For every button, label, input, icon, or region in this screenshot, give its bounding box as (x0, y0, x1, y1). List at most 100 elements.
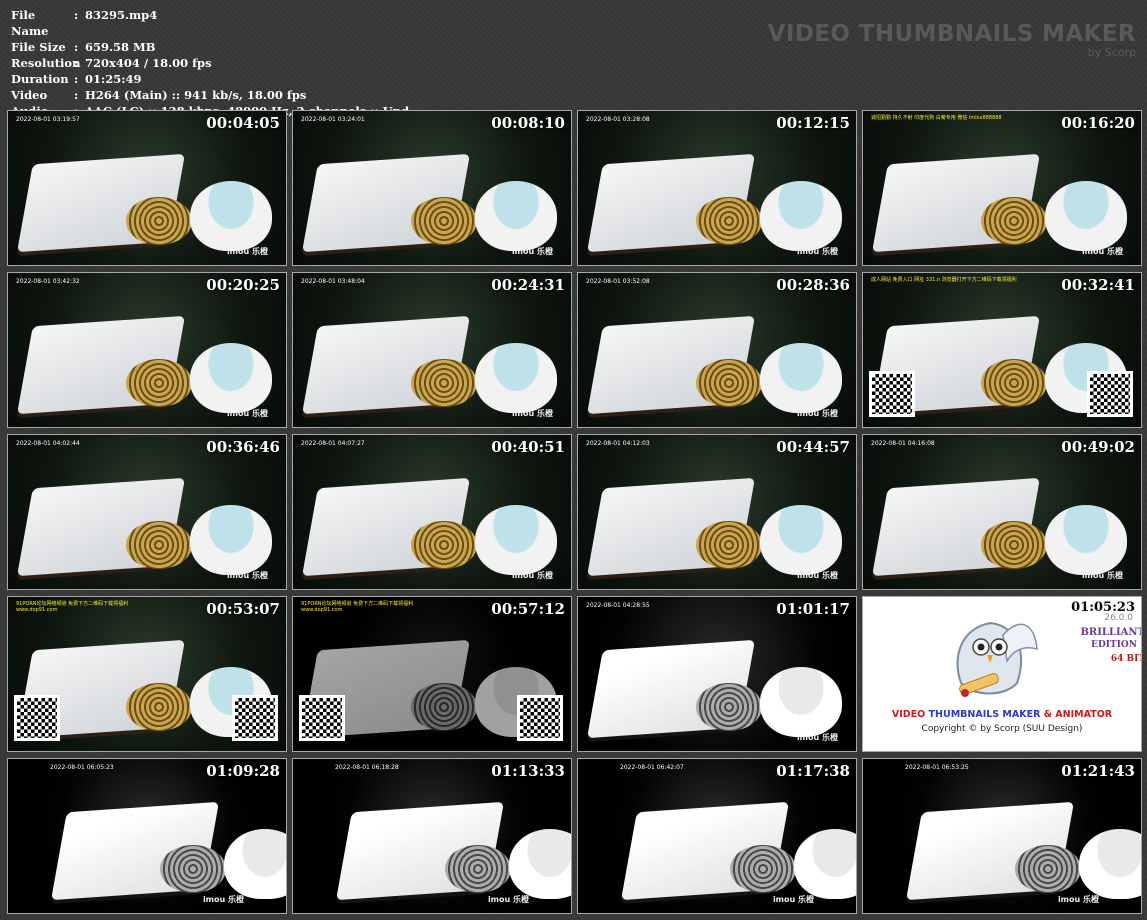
ad-overlay-text: 91PORN论坛网络频道 免费下方二维码下载领福利 www.dop91.com (16, 601, 129, 613)
thumbnail-timestamp: 00:12:15 (776, 114, 850, 132)
bathtub (1045, 181, 1127, 251)
camera-logo: imou 乐橙 (226, 409, 268, 418)
camera-logo: imou 乐橙 (1057, 895, 1099, 904)
thumbnail[interactable]: 2022-08-01 04:28:55 imou 乐橙 01:01:17 (577, 596, 857, 752)
thumbnail-timestamp: 00:49:02 (1061, 438, 1135, 456)
thumbnail[interactable]: 2022-08-01 04:02:44 imou 乐橙 00:36:46 (7, 434, 287, 590)
camera-logo: imou 乐橙 (511, 247, 553, 256)
thumbnail[interactable]: 2022-08-01 03:19:57 imou 乐橙 00:04:05 (7, 110, 287, 266)
camera-logo: imou 乐橙 (202, 895, 244, 904)
lamp (696, 683, 762, 731)
info-label: Duration (11, 72, 69, 86)
thumbnail-timestamp: 00:40:51 (491, 438, 565, 456)
thumbnail[interactable]: imou 乐橙 诚招勤勤 持久不射 印度代购 白菊专用 微信 lmlxx88888… (862, 110, 1142, 266)
promo-edition: BRILLIANT (1080, 627, 1142, 638)
thumbnail-timestamp: 01:21:43 (1061, 762, 1135, 780)
info-separator: : (74, 56, 79, 70)
promo-copyright: Copyright © by Scorp (SUU Design) (921, 724, 1083, 734)
thumbnail[interactable]: 2022-08-01 03:24:01 imou 乐橙 00:08:10 (292, 110, 572, 266)
promo-edition-2: EDITION (1091, 640, 1137, 650)
thumbnail-timestamp: 00:20:25 (206, 276, 280, 294)
bathtub (760, 343, 842, 413)
thumbnail[interactable]: 成人网站 免费入口 网址 331.n 浏览器打开下方二维码下载领福利 00:32:… (862, 272, 1142, 428)
brand-watermark: VIDEO THUMBNAILS MAKER by Scorp (768, 21, 1136, 59)
camera-timestamp: 2022-08-01 03:52:08 (586, 278, 650, 285)
info-separator: : (74, 40, 79, 54)
qr-code-icon (1087, 371, 1133, 417)
thumbnail[interactable]: 2022-08-01 04:07:27 imou 乐橙 00:40:51 (292, 434, 572, 590)
info-label: File Name (11, 8, 49, 38)
video-frame (863, 435, 1141, 589)
thumbnail-timestamp: 01:17:38 (776, 762, 850, 780)
bathtub (190, 181, 272, 251)
thumbnail-timestamp: 01:01:17 (776, 600, 850, 618)
camera-timestamp: 2022-08-01 03:19:57 (16, 116, 80, 123)
qr-code-icon (299, 695, 345, 741)
camera-timestamp: 2022-08-01 03:48:04 (301, 278, 365, 285)
thumbnail[interactable]: 2022-08-01 03:42:32 imou 乐橙 00:20:25 (7, 272, 287, 428)
promo-name-part: VIDEO (891, 709, 929, 720)
thumbnail-timestamp: 00:24:31 (491, 276, 565, 294)
thumbnail[interactable]: 91PORN论坛网络频道 免费下方二维码下载领福利 www.dop91.com 0… (292, 596, 572, 752)
bathtub (760, 505, 842, 575)
lamp (126, 197, 192, 245)
info-row: File Name:83295.mp4 (11, 7, 409, 39)
info-label: Resolution (11, 56, 81, 70)
camera-logo: imou 乐橙 (226, 571, 268, 580)
thumbnail-timestamp: 01:05:23 (1071, 600, 1135, 615)
bathtub (475, 343, 557, 413)
camera-timestamp: 2022-08-01 03:24:01 (301, 116, 365, 123)
camera-timestamp: 2022-08-01 06:42:07 (620, 764, 684, 771)
bathtub (475, 181, 557, 251)
brand-subtitle: by Scorp (1087, 46, 1136, 59)
video-frame (8, 111, 286, 265)
thumbnail-timestamp: 00:36:46 (206, 438, 280, 456)
lamp (411, 521, 477, 569)
lamp (1015, 845, 1081, 893)
video-frame (863, 111, 1141, 265)
info-value: 659.58 MB (85, 40, 156, 54)
thumbnail[interactable]: 2022-08-01 06:53:25 imou 乐橙 01:21:43 (862, 758, 1142, 914)
lamp (981, 359, 1047, 407)
camera-timestamp: 2022-08-01 06:18:28 (335, 764, 399, 771)
thumbnail[interactable]: 91PORN论坛网络频道 免费下方二维码下载领福利 www.dop91.com 0… (7, 596, 287, 752)
lamp (696, 197, 762, 245)
thumbnail[interactable]: 2022-08-01 03:48:04 imou 乐橙 00:24:31 (292, 272, 572, 428)
thumbnail[interactable]: 2022-08-01 04:16:08 imou 乐橙 00:49:02 (862, 434, 1142, 590)
thumbnail[interactable]: 2022-08-01 03:28:08 imou 乐橙 00:12:15 (577, 110, 857, 266)
promo-name-part: THUMBNAILS MAKER (928, 709, 1041, 720)
thumbnail-timestamp: 00:04:05 (206, 114, 280, 132)
thumbnail-timestamp: 00:08:10 (491, 114, 565, 132)
thumbnail[interactable]: 2022-08-01 06:42:07 imou 乐橙 01:17:38 (577, 758, 857, 914)
lamp (445, 845, 511, 893)
thumbnail-timestamp: 01:13:33 (491, 762, 565, 780)
thumbnail[interactable]: 2022-08-01 03:52:08 imou 乐橙 00:28:36 (577, 272, 857, 428)
camera-timestamp: 2022-08-01 03:28:08 (586, 116, 650, 123)
camera-logo: imou 乐橙 (796, 409, 838, 418)
lamp (696, 359, 762, 407)
camera-timestamp: 2022-08-01 06:05:23 (50, 764, 114, 771)
promo-product-name: VIDEO THUMBNAILS MAKER & ANIMATOR (863, 709, 1141, 720)
info-row: Video: H264 (Main) :: 941 kb/s, 18.00 fps (11, 87, 409, 103)
camera-logo: imou 乐橙 (796, 247, 838, 256)
owl-icon (943, 605, 1039, 705)
video-frame (612, 759, 856, 913)
camera-timestamp: 2022-08-01 04:28:55 (586, 602, 650, 609)
qr-code-icon (869, 371, 915, 417)
qr-code-icon (14, 695, 60, 741)
thumbnail[interactable]: 2022-08-01 06:18:28 imou 乐橙 01:13:33 (292, 758, 572, 914)
camera-timestamp: 2022-08-01 04:07:27 (301, 440, 365, 447)
video-frame (578, 273, 856, 427)
thumbnail[interactable]: 2022-08-01 06:05:23 imou 乐橙 01:09:28 (7, 758, 287, 914)
lamp (126, 521, 192, 569)
camera-timestamp: 2022-08-01 04:02:44 (16, 440, 80, 447)
lamp (411, 197, 477, 245)
thumbnail[interactable]: 01:05:23 26.0.0 BRILLIANT EDITION 64 BIT VIDE… (862, 596, 1142, 752)
camera-logo: imou 乐橙 (487, 895, 529, 904)
video-frame (8, 273, 286, 427)
info-separator: : (74, 8, 79, 22)
info-label: File Size (11, 40, 66, 54)
bathtub (190, 343, 272, 413)
thumbnail[interactable]: 2022-08-01 04:12:03 imou 乐橙 00:44:57 (577, 434, 857, 590)
thumbnail-timestamp: 00:16:20 (1061, 114, 1135, 132)
